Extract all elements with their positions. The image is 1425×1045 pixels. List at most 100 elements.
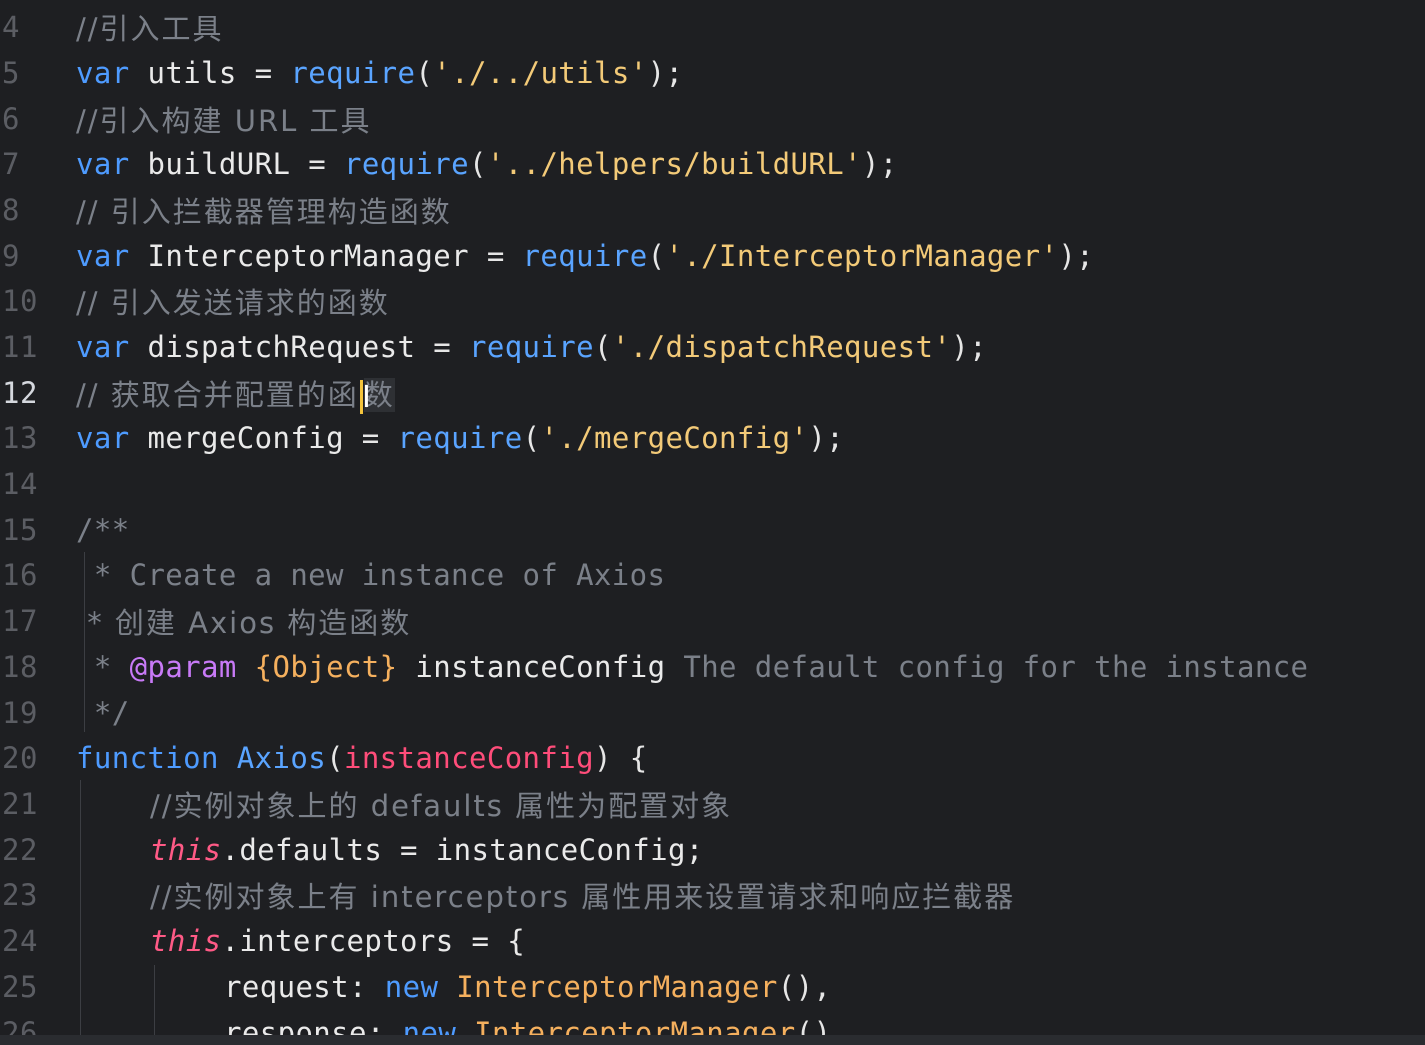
call-end: (), [777,969,832,1004]
keyword: var [76,420,130,455]
function-call: require [522,238,648,273]
code-line[interactable]: 5 var utils = require('./../utils'); [0,50,1425,96]
code-line[interactable]: 16 * Create a new instance of Axios [0,552,1425,598]
paren: ( [326,740,344,775]
string-literal: './mergeConfig' [540,420,809,455]
identifier: utils [147,55,237,90]
code-line[interactable]: 25 request: new InterceptorManager(), [0,964,1425,1010]
comment: // 引入拦截器管理构造函数 [76,194,452,229]
code-line[interactable]: 6 //引入构建 URL 工具 [0,96,1425,142]
line-number: 21 [2,786,38,821]
identifier: InterceptorManager [147,238,469,273]
comment: //引入工具 [76,11,224,46]
code-line[interactable]: 23 //实例对象上有 interceptors 属性用来设置请求和响应拦截器 [0,872,1425,918]
function-name: Axios [236,740,327,775]
string-literal: '../helpers/buildURL' [486,146,862,181]
code-line[interactable]: 13 var mergeConfig = require('./mergeCon… [0,415,1425,461]
doc-star: * [76,649,130,684]
statement-end: ); [951,329,987,364]
statement: .defaults = instanceConfig; [221,832,704,867]
statement: .interceptors = { [221,923,526,958]
code-line[interactable]: 20 function Axios(instanceConfig) { [0,735,1425,781]
line-number: 11 [2,329,38,364]
code-line[interactable]: 14 [0,461,1425,507]
code-line[interactable]: 21 //实例对象上的 defaults 属性为配置对象 [0,781,1425,827]
string-literal: './InterceptorManager' [665,238,1059,273]
operator: = [468,238,523,273]
code-line[interactable]: 22 this.defaults = instanceConfig; [0,827,1425,873]
parameter: instanceConfig [343,740,594,775]
line-number: 8 [2,192,20,227]
function-call: require [397,420,523,455]
line-number: 24 [2,923,38,958]
line-number: 9 [2,238,20,273]
line-number: 17 [2,603,38,638]
doc-comment: */ [76,695,130,730]
paren-brace: ) { [594,740,648,775]
line-number: 16 [2,557,38,592]
line-number: 22 [2,832,38,867]
keyword: var [76,55,130,90]
line-number-active: 12 [2,375,38,410]
code-line[interactable]: 8 // 引入拦截器管理构造函数 [0,187,1425,233]
line-number: 23 [2,877,38,912]
code-line[interactable]: 24 this.interceptors = { [0,918,1425,964]
property-key: request [224,969,350,1004]
code-line[interactable]: 9 var InterceptorManager = require('./In… [0,233,1425,279]
line-number: 20 [2,740,38,775]
comment: // 引入发送请求的函数 [76,285,390,320]
line-number: 18 [2,649,38,684]
keyword: var [76,329,130,364]
this-keyword: this [150,832,222,867]
statement-end: ); [1058,238,1095,273]
string-literal: './dispatchRequest' [611,329,952,364]
operator: = [415,329,469,364]
paren: ( [415,55,434,90]
comment: //引入构建 URL 工具 [76,103,372,138]
code-line[interactable]: 7 var buildURL = require('../helpers/bui… [0,141,1425,187]
paren: ( [522,420,541,455]
doc-comment: * Create a new instance of Axios [76,557,666,592]
statement-end: ); [861,146,898,181]
line-number: 19 [2,695,38,730]
comment: //实例对象上的 defaults 属性为配置对象 [150,788,733,823]
code-line-active[interactable]: 12 // 获取合并配置的函数 [0,370,1425,416]
paren: ( [468,146,487,181]
code-line[interactable]: 17 * 创建 Axios 构造函数 [0,598,1425,644]
line-number: 14 [2,466,38,501]
keyword: var [76,238,130,273]
new-keyword: new [384,969,439,1004]
code-line[interactable]: 19 */ [0,690,1425,736]
line-number: 13 [2,420,38,455]
paren: ( [647,238,666,273]
line-number: 7 [2,146,20,181]
jsdoc-param-name: instanceConfig [415,649,666,684]
this-keyword: this [150,923,222,958]
statement-end: ); [647,55,684,90]
keyword: function [76,740,219,775]
jsdoc-tag: @param [129,649,237,684]
paren: ( [594,329,612,364]
function-call: require [343,146,469,181]
code-line[interactable]: 10 // 引入发送请求的函数 [0,278,1425,324]
code-line[interactable]: 11 var dispatchRequest = require('./disp… [0,324,1425,370]
code-editor[interactable]: 4 //引入工具 5 var utils = require('./../uti… [0,0,1425,1045]
i-beam-cursor-icon: I [362,380,371,415]
string-literal: './../utils' [433,55,648,90]
identifier: buildURL [147,146,291,181]
comment: //实例对象上有 interceptors 属性用来设置请求和响应拦截器 [150,879,1016,914]
horizontal-scrollbar[interactable] [0,1035,1425,1045]
doc-comment: /** [76,512,130,547]
function-call: require [468,329,594,364]
identifier: dispatchRequest [147,329,416,364]
code-line[interactable]: 18 * @param {Object} instanceConfig The … [0,644,1425,690]
operator: = [343,420,398,455]
line-number: 4 [2,9,20,44]
jsdoc-description: The default config for the instance [683,649,1309,684]
keyword: var [76,146,130,181]
line-number: 25 [2,969,38,1004]
operator: = [290,146,344,181]
code-line[interactable]: 15 /** [0,507,1425,553]
doc-comment: * 创建 Axios 构造函数 [76,605,412,640]
code-line[interactable]: 4 //引入工具 [0,4,1425,50]
